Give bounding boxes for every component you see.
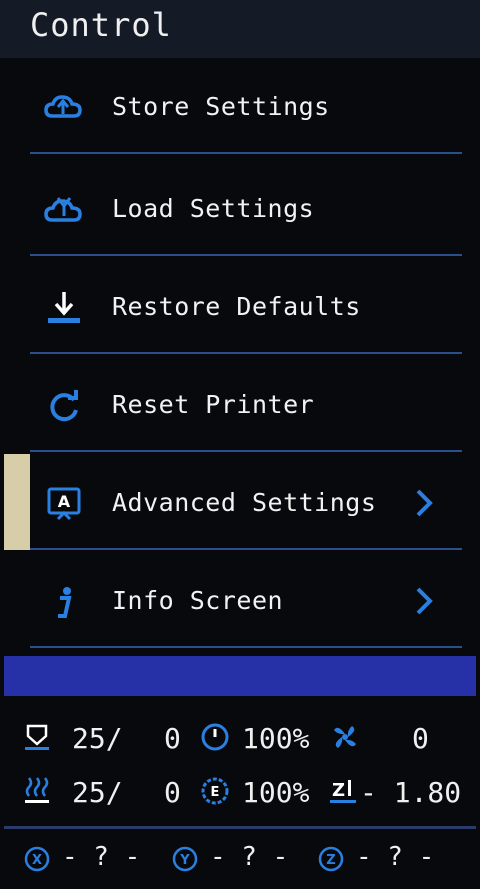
status-row-2: 25/ 0 E 100% Z - 1.80 — [0, 764, 480, 820]
menu-item-info-screen[interactable]: Info Screen — [0, 552, 480, 648]
z-offset-icon: Z — [330, 780, 356, 803]
menu-item-label: Reset Printer — [112, 390, 315, 419]
fan-value: 0 — [412, 722, 429, 755]
svg-text:A: A — [58, 492, 71, 511]
fan-icon — [334, 726, 356, 748]
cloud-download-icon — [44, 197, 82, 222]
info-icon — [58, 587, 72, 618]
svg-text:Z: Z — [332, 780, 345, 801]
hotend-current-temp: 25/ — [72, 722, 123, 755]
hotend-icon — [25, 724, 49, 750]
z-axis-icon: Z — [318, 846, 344, 872]
speed-icon — [201, 723, 229, 751]
menu-item-reset-printer[interactable]: Reset Printer — [0, 356, 480, 452]
refresh-icon — [50, 390, 78, 422]
hotend-target-temp: 0 — [164, 722, 181, 755]
cloud-upload-icon — [44, 95, 82, 118]
menu-item-label: Load Settings — [112, 194, 315, 223]
flow-icon: E — [201, 777, 229, 805]
svg-text:E: E — [211, 785, 220, 800]
menu-item-label: Advanced Settings — [112, 488, 377, 517]
menu-item-label: Restore Defaults — [112, 292, 361, 321]
menu-item-advanced-settings[interactable]: A Advanced Settings — [0, 454, 480, 550]
status-row-1: 25/ 0 100% 0 — [0, 710, 480, 766]
y-position: - ? - — [210, 842, 289, 872]
bed-target-temp: 0 — [164, 776, 181, 809]
flow-value: 100% — [242, 776, 310, 809]
menu-item-label: Info Screen — [112, 586, 284, 615]
divider — [30, 450, 462, 452]
advanced-a-icon: A — [47, 487, 81, 521]
menu-item-store-settings[interactable]: Store Settings — [0, 58, 480, 154]
axis-positions: X - ? - Y - ? - Z - ? - — [0, 836, 480, 886]
status-band — [4, 656, 476, 696]
selection-indicator — [4, 454, 30, 550]
restore-download-icon — [48, 292, 80, 323]
divider — [30, 152, 462, 154]
header-bar: Control — [0, 0, 480, 58]
status-panel: 25/ 0 100% 0 25/ 0 E 100% Z - 1.80 — [0, 700, 480, 830]
svg-text:X: X — [32, 853, 42, 868]
divider — [30, 352, 462, 354]
divider — [30, 254, 462, 256]
x-axis-icon: X — [24, 846, 50, 872]
divider — [30, 646, 462, 648]
bed-current-temp: 25/ — [72, 776, 123, 809]
y-axis-icon: Y — [172, 846, 198, 872]
menu-item-restore-defaults[interactable]: Restore Defaults — [0, 258, 480, 354]
chevron-right-icon — [416, 587, 433, 615]
divider — [4, 826, 476, 829]
svg-text:Z: Z — [326, 853, 335, 868]
chevron-right-icon — [416, 489, 433, 517]
speed-value: 100% — [242, 722, 310, 755]
z-offset-value: - 1.80 — [360, 776, 462, 809]
bed-heat-icon — [25, 777, 49, 803]
z-position: - ? - — [356, 842, 435, 872]
page-title: Control — [30, 6, 172, 44]
svg-text:Y: Y — [179, 853, 190, 868]
divider — [30, 548, 462, 550]
menu-item-load-settings[interactable]: Load Settings — [0, 160, 480, 256]
menu-item-label: Store Settings — [112, 92, 330, 121]
x-position: - ? - — [62, 842, 141, 872]
